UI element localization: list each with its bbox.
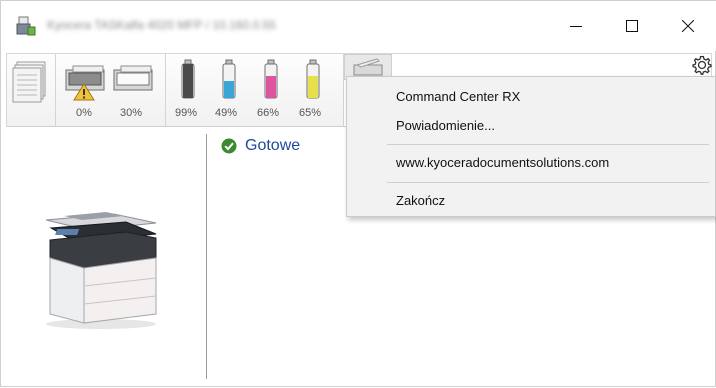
toner-black-fill <box>183 64 193 98</box>
toner-magenta-level: 66% <box>256 107 280 119</box>
toner-levels-button[interactable]: 99% 49% 66% 65% <box>166 54 344 126</box>
toner-bottles-graphic <box>181 59 320 99</box>
paper-trays-button[interactable]: 0% 30% <box>56 54 166 126</box>
menu-item-notification[interactable]: Powiadomienie... <box>396 114 495 138</box>
pane-divider <box>206 134 207 379</box>
device-image-pane <box>6 128 206 383</box>
minimize-icon <box>570 26 582 27</box>
title-bar[interactable]: Kyocera TASKalfa 4020 MFP / 10.160.0.55 <box>1 1 716 51</box>
status-indicator: Gotowe <box>221 134 300 158</box>
window-title: Kyocera TASKalfa 4020 MFP / 10.160.0.55 <box>47 18 276 32</box>
toner-yellow-bottle <box>306 59 320 99</box>
toner-magenta-bottle <box>264 59 278 99</box>
toner-cyan-bottle <box>222 59 236 99</box>
minimize-button[interactable] <box>553 1 599 51</box>
menu-separator <box>387 144 709 145</box>
device-context-menu: Command Center RX Powiadomienie... www.k… <box>346 76 716 217</box>
toner-yellow-fill <box>308 76 318 98</box>
toner-yellow-level: 65% <box>298 107 322 119</box>
paper-trays-graphic <box>65 65 153 101</box>
toner-cyan-level: 49% <box>214 107 238 119</box>
tray-2-level: 30% <box>119 107 143 119</box>
menu-separator <box>387 182 709 183</box>
toner-cyan-fill <box>224 81 234 98</box>
status-text: Gotowe <box>245 137 301 154</box>
close-button[interactable] <box>665 1 711 51</box>
tray-2-icon <box>113 65 153 91</box>
settings-button[interactable] <box>690 53 714 77</box>
check-icon <box>221 138 237 154</box>
close-icon <box>682 20 694 32</box>
tray-1-icon <box>65 65 105 101</box>
maximize-button[interactable] <box>609 1 655 51</box>
maximize-icon <box>626 20 638 32</box>
printer-device-image <box>45 212 157 329</box>
jobs-button[interactable] <box>7 54 56 126</box>
gear-icon <box>692 55 712 75</box>
menu-item-exit[interactable]: Zakończ <box>396 189 445 213</box>
documents-stack-icon <box>12 61 46 103</box>
tray-1-level: 0% <box>76 107 92 119</box>
menu-item-command-center[interactable]: Command Center RX <box>396 85 520 109</box>
toner-black-level: 99% <box>174 107 198 119</box>
toner-black-bottle <box>181 59 195 99</box>
menu-item-website[interactable]: www.kyoceradocumentsolutions.com <box>396 151 609 175</box>
printer-app-icon <box>15 15 37 37</box>
toner-magenta-fill <box>266 76 276 98</box>
status-monitor-window: Kyocera TASKalfa 4020 MFP / 10.160.0.55 <box>0 0 716 387</box>
